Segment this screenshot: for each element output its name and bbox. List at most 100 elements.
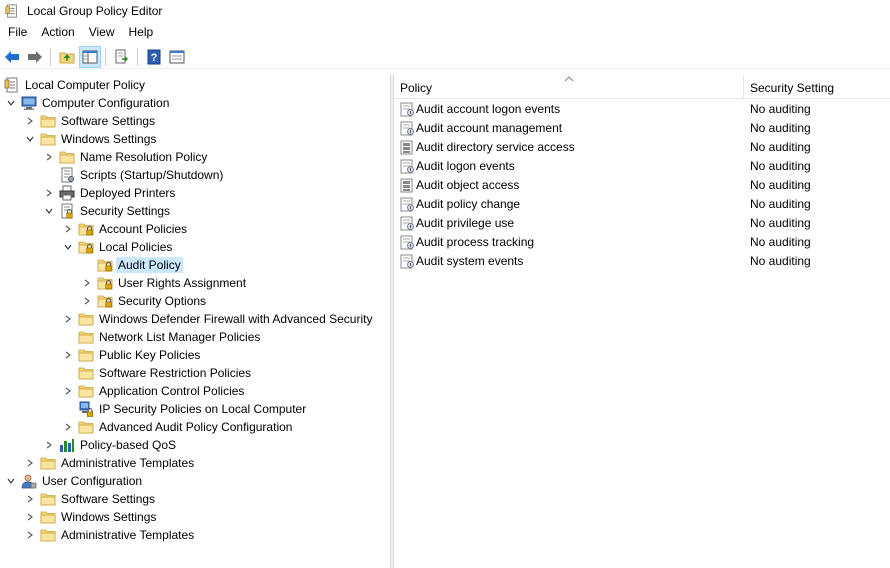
menu-view[interactable]: View	[82, 22, 122, 43]
expand-chevron-icon[interactable]	[62, 385, 74, 397]
forward-button[interactable]	[24, 46, 46, 68]
menu-help[interactable]: Help	[122, 22, 161, 43]
tree-node-local-computer-policy[interactable]: Local Computer Policy	[0, 76, 147, 94]
locked-folder-icon	[97, 293, 113, 309]
policy-setting: No auditing	[750, 197, 811, 211]
menu-file[interactable]: File	[0, 22, 34, 43]
show-hide-console-tree-button[interactable]	[79, 45, 101, 68]
expand-chevron-icon[interactable]	[62, 421, 74, 433]
column-header-security-setting[interactable]: Security Setting	[744, 75, 890, 99]
policy-row-audit-account-management[interactable]: Audit account management No auditing	[394, 119, 890, 138]
help-button[interactable]: ?	[143, 46, 165, 68]
console-tree: Local Computer Policy Computer Configurat…	[0, 75, 390, 568]
folder-up-icon	[59, 52, 75, 63]
tree-node-software-restriction-policies[interactable]: Software Restriction Policies	[62, 364, 253, 382]
tree-node-audit-policy[interactable]: Audit Policy	[81, 256, 183, 274]
tree-node-name-resolution-policy[interactable]: Name Resolution Policy	[43, 148, 209, 166]
console-tree-icon	[82, 50, 98, 63]
policy-row-audit-logon-events[interactable]: Audit logon events No auditing	[394, 157, 890, 176]
folder-icon	[40, 113, 56, 129]
tree-node-label: Software Settings	[61, 492, 156, 506]
tree-node-administrative-templates[interactable]: Administrative Templates	[24, 454, 196, 472]
policy-row-audit-privilege-use[interactable]: Audit privilege use No auditing	[394, 214, 890, 233]
policy-row-audit-policy-change[interactable]: Audit policy change No auditing	[394, 195, 890, 214]
policy-setting: No auditing	[750, 102, 811, 116]
tree-node-advanced-audit-policy-configuration[interactable]: Advanced Audit Policy Configuration	[62, 418, 294, 436]
toolbar: ?	[0, 45, 890, 69]
expand-chevron-icon[interactable]	[24, 115, 36, 127]
tree-node-scripts-startup-shutdown[interactable]: Scripts (Startup/Shutdown)	[43, 166, 225, 184]
expand-chevron-icon[interactable]	[81, 277, 93, 289]
tree-node-deployed-printers[interactable]: Deployed Printers	[43, 184, 177, 202]
tree-node-ip-security-policies-on-local-computer[interactable]: IP Security Policies on Local Computer	[62, 400, 308, 418]
up-one-level-button[interactable]	[56, 46, 78, 68]
tree-node-application-control-policies[interactable]: Application Control Policies	[62, 382, 246, 400]
policy-row-audit-process-tracking[interactable]: Audit process tracking No auditing	[394, 233, 890, 252]
tree-node-user-configuration[interactable]: User Configuration	[5, 472, 144, 490]
policy-row-audit-object-access[interactable]: Audit object access No auditing	[394, 176, 890, 195]
tree-node-windows-settings[interactable]: Windows Settings	[24, 508, 158, 526]
collapse-chevron-icon[interactable]	[5, 475, 17, 487]
policy-name: Audit directory service access	[416, 140, 575, 154]
policy-name: Audit privilege use	[416, 216, 515, 230]
tree-node-windows-settings[interactable]: Windows Settings	[24, 130, 158, 148]
export-list-button[interactable]	[111, 46, 133, 68]
tree-node-label: Administrative Templates	[61, 456, 195, 470]
tree-node-computer-configuration[interactable]: Computer Configuration	[5, 94, 171, 112]
tree-node-user-rights-assignment[interactable]: User Rights Assignment	[81, 274, 248, 292]
properties-icon	[169, 50, 185, 63]
tree-node-network-list-manager-policies[interactable]: Network List Manager Policies	[62, 328, 262, 346]
expand-chevron-icon[interactable]	[62, 349, 74, 361]
expand-chevron-icon[interactable]	[62, 313, 74, 325]
policy-name: Audit account management	[416, 121, 563, 135]
properties-button[interactable]	[166, 46, 188, 68]
back-button[interactable]	[1, 46, 23, 68]
tree-node-account-policies[interactable]: Account Policies	[62, 220, 189, 238]
toolbar-separator	[105, 47, 106, 66]
folder-icon	[78, 347, 94, 363]
policy-setting: No auditing	[750, 216, 811, 230]
expand-chevron-icon[interactable]	[43, 151, 55, 163]
tree-node-security-settings[interactable]: Security Settings	[43, 202, 172, 220]
collapse-chevron-icon[interactable]	[43, 205, 55, 217]
collapse-chevron-icon[interactable]	[5, 97, 17, 109]
tree-node-label: Application Control Policies	[99, 384, 245, 398]
title-bar: Local Group Policy Editor	[0, 0, 890, 22]
policy-setting: No auditing	[750, 121, 811, 135]
tree-node-public-key-policies[interactable]: Public Key Policies	[62, 346, 202, 364]
policy-row-audit-account-logon-events[interactable]: Audit account logon events No auditing	[394, 100, 890, 119]
expand-chevron-icon[interactable]	[43, 187, 55, 199]
tree-node-label: Security Options	[118, 294, 207, 308]
tree-node-software-settings[interactable]: Software Settings	[24, 112, 157, 130]
expand-chevron-icon[interactable]	[43, 439, 55, 451]
policy-row-audit-system-events[interactable]: Audit system events No auditing	[394, 252, 890, 271]
forward-arrow-icon	[28, 50, 42, 63]
tree-node-label: Policy-based QoS	[80, 438, 177, 452]
expand-chevron-icon[interactable]	[62, 223, 74, 235]
policy-name: Audit account logon events	[416, 102, 561, 116]
collapse-chevron-icon[interactable]	[62, 241, 74, 253]
expand-chevron-icon[interactable]	[81, 295, 93, 307]
folder-icon	[78, 419, 94, 435]
expand-chevron-icon[interactable]	[24, 493, 36, 505]
policy-row-audit-directory-service-access[interactable]: Audit directory service access No auditin…	[394, 138, 890, 157]
policy-editor-app-icon	[5, 4, 19, 18]
policy-item-icon	[400, 235, 415, 250]
tree-node-label: Windows Settings	[61, 132, 157, 146]
menu-action[interactable]: Action	[34, 22, 81, 43]
expand-chevron-icon[interactable]	[24, 511, 36, 523]
tree-node-administrative-templates[interactable]: Administrative Templates	[24, 526, 196, 544]
tree-node-local-policies[interactable]: Local Policies	[62, 238, 174, 256]
tree-node-software-settings[interactable]: Software Settings	[24, 490, 157, 508]
tree-node-windows-defender-firewall-with-advanced-security[interactable]: Windows Defender Firewall with Advanced …	[62, 310, 374, 328]
collapse-chevron-icon[interactable]	[24, 133, 36, 145]
expand-chevron-icon[interactable]	[24, 457, 36, 469]
folder-icon	[59, 149, 75, 165]
policy-name: Audit system events	[416, 254, 524, 268]
tree-node-security-options[interactable]: Security Options	[81, 292, 208, 310]
policy-setting: No auditing	[750, 159, 811, 173]
tree-node-policy-based-qos[interactable]: Policy-based QoS	[43, 436, 178, 454]
expand-chevron-icon[interactable]	[24, 529, 36, 541]
